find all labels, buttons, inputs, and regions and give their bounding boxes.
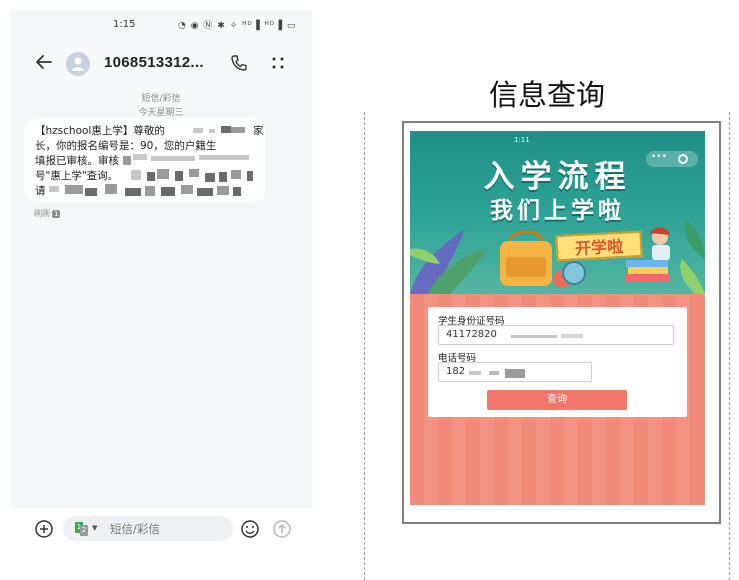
contact-number[interactable]: 1068513312... <box>104 54 204 71</box>
emoji-icon[interactable] <box>240 519 260 539</box>
mini-status-time: 1:11 <box>514 136 530 144</box>
redaction-mosaic <box>489 371 499 375</box>
message-line-3: 填报已审核。审核 <box>35 155 119 167</box>
dashed-divider-left <box>364 112 365 580</box>
redaction-mosaic <box>469 371 481 375</box>
message-time: 刚刚 1 <box>34 208 61 219</box>
caret-down-icon: ▼ <box>92 524 98 532</box>
status-time: 1:15 <box>113 19 136 30</box>
banner: 1:11 ••• 入学流程 我们上学啦 开学啦 <box>410 131 705 294</box>
message-line-1-tail: 家 <box>253 125 264 137</box>
banner-title-sub: 我们上学啦 <box>490 198 625 224</box>
send-icon[interactable] <box>272 519 292 539</box>
compose-bar: 1 2 ▼ 短信/彩信 <box>10 509 312 550</box>
message-line-2: 长，你的报名编号是：90，您的户籍生 <box>35 140 217 152</box>
person-icon <box>72 57 84 71</box>
message-line-4: 号"惠上学"查询。 <box>35 170 119 182</box>
id-number-value: 41172820 <box>446 329 497 340</box>
redaction-mosaic <box>561 334 583 338</box>
sms-header: 1068513312... <box>10 42 312 84</box>
back-arrow-icon[interactable] <box>34 52 54 72</box>
sim-2-icon: 2 <box>80 525 88 536</box>
id-number-input[interactable]: 41172820 <box>438 325 674 345</box>
sms-phone-screen: 1:15 ◔ ◉ Ⓝ ✱ ✧ ᴴᴰ▐ ᴴᴰ▐ ▭ 1068513312... 短… <box>10 10 312 550</box>
query-title: 信息查询 <box>488 78 605 112</box>
redaction-mosaic <box>511 335 557 338</box>
query-button[interactable]: 查询 <box>487 390 627 410</box>
status-icons: ◔ ◉ Ⓝ ✱ ✧ ᴴᴰ▐ ᴴᴰ▐ ▭ <box>178 21 297 31</box>
message-input[interactable]: 1 2 ▼ 短信/彩信 <box>63 516 233 541</box>
query-form: 学生身份证号码 41172820 电话号码 182 查询 <box>428 307 687 417</box>
message-meta: 短信/彩信 今天星期三 <box>10 92 312 120</box>
sim-selector[interactable]: 1 2 ▼ <box>75 522 101 536</box>
message-time-text: 刚刚 <box>34 209 50 218</box>
phone-number-input[interactable]: 182 <box>438 362 592 382</box>
more-options-icon[interactable] <box>270 54 286 72</box>
add-icon[interactable] <box>34 519 54 539</box>
phone-call-icon[interactable] <box>230 54 248 72</box>
status-bar: 1:15 ◔ ◉ Ⓝ ✱ ✧ ᴴᴰ▐ ᴴᴰ▐ ▭ <box>10 10 312 38</box>
phone-number-value: 182 <box>446 366 466 377</box>
message-line-5: 请 <box>35 185 46 197</box>
banner-title-main: 入学流程 <box>483 159 632 195</box>
sim-badge: 1 <box>52 210 61 218</box>
message-channel: 短信/彩信 <box>141 94 181 104</box>
banner-sign: 开学啦 <box>555 230 643 262</box>
message-line-1: 【hzschool惠上学】尊敬的 <box>35 125 165 137</box>
message-input-placeholder: 短信/彩信 <box>110 522 160 536</box>
contact-avatar[interactable] <box>66 52 90 76</box>
query-app-screen: 1:11 ••• 入学流程 我们上学啦 开学啦 学生身份证号码 41172820… <box>410 131 705 505</box>
message-bubble[interactable]: 【hzschool惠上学】尊敬的 家 长，你的报名编号是：90，您的户籍生 填报… <box>25 118 265 202</box>
redaction-mosaic <box>505 369 525 378</box>
dashed-divider-right <box>729 112 730 580</box>
